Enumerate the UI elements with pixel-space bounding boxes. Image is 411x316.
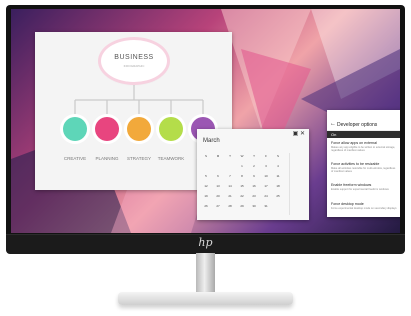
calendar-day[interactable] [201,163,211,170]
setting-title: Force allow apps on external [331,141,377,145]
calendar-day[interactable]: 19 [201,193,211,200]
developer-options-title: Developer options [337,122,378,128]
weekday-header: T [229,154,231,158]
calendar-month-title: March [203,138,220,144]
calendar-window-controls[interactable]: ▣ ✕ [293,130,305,137]
monitor-stand-base [118,292,293,305]
calendar-day[interactable] [225,163,235,170]
infographic-title-circle: BUSINESS INFOGRAPHIC [101,40,167,82]
infographic-circle-strategy [127,117,151,141]
calendar-day[interactable]: 9 [249,173,259,180]
calendar-day[interactable]: 23 [249,193,259,200]
calendar-day[interactable]: 7 [225,173,235,180]
monitor-screen: BUSINESS INFOGRAPHIC CREATIVE PLANNING S… [11,9,400,233]
calendar-day[interactable]: 15 [237,183,247,190]
weekday-header: S [204,154,207,158]
infographic-circle-planning [95,117,119,141]
calendar-day[interactable]: 8 [237,173,247,180]
setting-title: Force activities to be resizable [331,162,380,166]
calendar-grid[interactable]: S M T W T F S 1 2 3 4 5 6 7 8 9 10 11 12 13 14 15 16 17 18 19 20 21… [201,153,287,215]
weekday-header: W [240,154,244,158]
calendar-day[interactable]: 27 [213,203,223,210]
calendar-day[interactable]: 26 [201,203,211,210]
calendar-day[interactable]: 25 [273,193,283,200]
calendar-day[interactable]: 11 [273,173,283,180]
calendar-day[interactable]: 2 [249,163,259,170]
infographic-circle-creative [63,117,87,141]
calendar-day[interactable]: 13 [213,183,223,190]
calendar-day[interactable]: 21 [225,193,235,200]
developer-options-master-toggle[interactable] [327,131,400,138]
calendar-day[interactable]: 1 [237,163,247,170]
calendar-day[interactable]: 28 [225,203,235,210]
setting-title: Enable freeform windows [331,183,372,187]
calendar-day[interactable] [273,203,283,210]
setting-description: Make all activities resizable for multi-… [331,167,396,174]
setting-title: Force desktop mode [331,202,364,206]
weekday-header: F [265,154,267,158]
calendar-day[interactable]: 6 [213,173,223,180]
weekday-header: M [216,154,220,158]
calendar-day[interactable]: 18 [273,183,283,190]
window-controls[interactable] [399,111,400,117]
calendar-day[interactable]: 17 [261,183,271,190]
calendar-day[interactable]: 22 [237,193,247,200]
infographic-subtitle: INFOGRAPHIC [123,64,145,68]
calendar-day[interactable] [213,163,223,170]
calendar-day[interactable]: 10 [261,173,271,180]
developer-options-panel[interactable]: ← Developer options On Force allow apps … [327,110,400,217]
brand-logo: hp [198,236,213,249]
calendar-day[interactable]: 3 [261,163,271,170]
master-toggle-label: On [331,132,337,137]
setting-description: Makes any app eligible to be written to … [331,146,396,153]
calendar-day[interactable]: 31 [261,203,271,210]
connector-lines [74,84,204,116]
calendar-day[interactable]: 4 [273,163,283,170]
weekday-header: S [276,154,279,158]
infographic-circle-teamwork [159,117,183,141]
calendar-day[interactable]: 12 [201,183,211,190]
infographic-title: BUSINESS [114,54,154,61]
calendar-day[interactable]: 24 [261,193,271,200]
calendar-day[interactable]: 16 [249,183,259,190]
setting-description: Force experimental desktop mode on secon… [331,207,397,210]
calendar-event-pane [289,153,306,215]
calendar-window[interactable]: ▣ ✕ March S M T W T F S 1 2 3 4 5 6 7 8 9 10 11 12 13 14 15 16… [197,129,309,220]
monitor-stand-neck [196,253,215,295]
weekday-header: T [253,154,255,158]
calendar-day[interactable]: 5 [201,173,211,180]
calendar-day[interactable]: 30 [249,203,259,210]
calendar-day[interactable]: 29 [237,203,247,210]
back-arrow-icon[interactable]: ← [330,121,336,127]
calendar-day[interactable]: 20 [213,193,223,200]
setting-description: Enable support for experimental freeform… [331,188,389,191]
calendar-day[interactable]: 14 [225,183,235,190]
